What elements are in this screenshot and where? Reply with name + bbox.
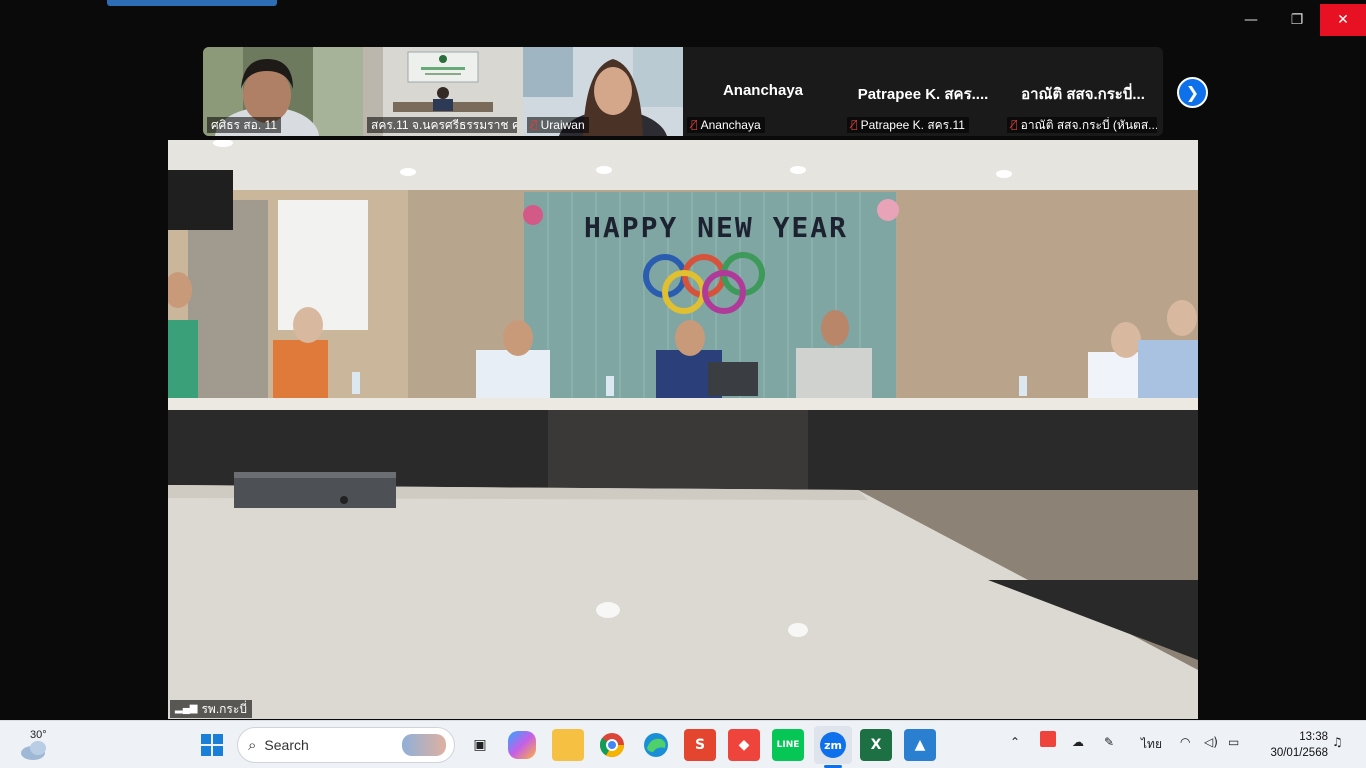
task-view-icon[interactable]: ▣ — [464, 729, 496, 761]
battery-icon[interactable]: ▭ — [1228, 735, 1239, 749]
excel-icon[interactable]: X — [860, 729, 892, 761]
participant-display-name: Patrapee K. สคร.... — [857, 86, 989, 103]
mic-muted-icon: 🎙̸ — [1011, 118, 1018, 131]
search-icon: ⌕ — [248, 736, 257, 754]
weather-temperature: 30° — [30, 729, 47, 741]
signal-strength-icon: ▂▄▆ — [175, 703, 198, 714]
participant-tile[interactable]: 🎙̸ Uraiwan — [523, 47, 683, 136]
cloud-off-icon[interactable]: ☁ — [1072, 735, 1084, 749]
photos-icon[interactable]: ▲ — [904, 729, 936, 761]
top-toolbar-stub[interactable] — [107, 0, 277, 6]
gallery-next-button[interactable]: ❯ — [1177, 77, 1208, 108]
participant-tile[interactable]: Ananchaya 🎙̸ Ananchaya — [683, 47, 843, 136]
clock-date: 30/01/2568 — [1270, 747, 1328, 759]
chrome-logo-icon — [599, 733, 624, 758]
mic-muted-icon: 🎙̸ — [691, 118, 698, 131]
participant-gallery: ศศิธร สอ. 11 สคร.11 จ.นครศรีธรรมราช คร. — [203, 47, 1163, 136]
minimize-button[interactable]: — — [1228, 4, 1274, 36]
participant-name-label: ศศิธร สอ. 11 — [207, 117, 281, 133]
zoom-icon: zm — [820, 732, 846, 758]
mic-muted-icon: 🎙̸ — [851, 118, 858, 131]
chevron-right-icon: ❯ — [1185, 83, 1200, 102]
participant-name-label: สคร.11 จ.นครศรีธรรมราช คร. — [367, 117, 517, 133]
participant-name-label: 🎙̸ Uraiwan — [527, 117, 589, 133]
banner-text: HAPPY NEW YEAR — [584, 211, 848, 244]
start-button[interactable] — [196, 729, 228, 761]
participant-name-label: 🎙̸ อาณัติ สสจ.กระบี่ (หันตส... — [1007, 117, 1157, 133]
mic-muted-icon: 🎙̸ — [531, 118, 538, 131]
participant-name-label: 🎙̸ Patrapee K. สคร.11 — [847, 117, 969, 133]
weather-widget[interactable]: 30° — [18, 727, 52, 763]
wps-office-icon[interactable]: S — [684, 729, 716, 761]
participant-display-name: อาณัติ สสจ.กระบี่... — [1021, 86, 1145, 103]
notification-bell-icon[interactable]: ♫ — [1332, 735, 1343, 749]
edge-icon[interactable] — [640, 729, 672, 761]
active-speaker-label: ▂▄▆ รพ.กระบี่ — [170, 700, 252, 718]
anydesk-icon[interactable]: ◆ — [728, 729, 760, 761]
participant-tile[interactable]: ศศิธร สอ. 11 — [203, 47, 363, 136]
close-button[interactable]: ✕ — [1320, 4, 1366, 36]
pen-icon[interactable]: ✎ — [1104, 735, 1114, 749]
participant-display-name: Ananchaya — [722, 82, 804, 99]
restore-button[interactable]: ❐ — [1274, 4, 1320, 36]
edge-logo-icon — [644, 733, 668, 757]
volume-icon[interactable]: ◁) — [1204, 735, 1218, 749]
zoom-meeting-window: — ❐ ✕ ศศิธร สอ. 11 สคร.11 จ.นครศรีธรรมรา… — [0, 0, 1366, 720]
system-clock[interactable]: 13:38 30/01/2568 — [1258, 729, 1328, 761]
search-placeholder: Search — [264, 737, 309, 753]
line-app-icon[interactable]: LINE — [772, 729, 804, 761]
chrome-icon[interactable] — [596, 729, 628, 761]
clock-time: 13:38 — [1299, 731, 1328, 743]
anydesk-tray-icon[interactable] — [1040, 731, 1056, 747]
input-language[interactable]: ไทย — [1141, 735, 1162, 754]
chevron-up-icon[interactable]: ⌃ — [1010, 735, 1020, 749]
copilot-icon[interactable] — [508, 731, 536, 759]
participant-tile[interactable]: สคร.11 จ.นครศรีธรรมราช คร. — [363, 47, 523, 136]
main-video-feed[interactable]: HAPPY NEW YEAR — [168, 140, 1198, 719]
zoom-taskbar-item[interactable]: zm — [814, 726, 852, 764]
participant-tile[interactable]: Patrapee K. สคร.... 🎙̸ Patrapee K. สคร.11 — [843, 47, 1003, 136]
search-highlight-icon — [402, 734, 446, 756]
participant-name-label: 🎙̸ Ananchaya — [687, 117, 765, 133]
meeting-room-scene: HAPPY NEW YEAR — [168, 140, 1198, 719]
file-explorer-icon[interactable] — [552, 729, 584, 761]
participant-tile[interactable]: อาณัติ สสจ.กระบี่... 🎙̸ อาณัติ สสจ.กระบี่… — [1003, 47, 1163, 136]
wifi-icon[interactable]: ◠ — [1180, 735, 1190, 749]
windows-logo-icon — [201, 734, 223, 756]
taskbar-search-box[interactable]: ⌕ Search — [237, 727, 455, 763]
windows-taskbar: 30° ⌕ Search ▣ S ◆ LINE zm X ▲ ⌃ ☁ ✎ ไทย… — [0, 720, 1366, 768]
